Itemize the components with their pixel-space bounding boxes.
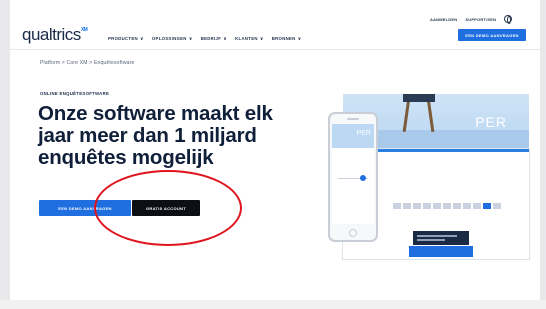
header-divider <box>10 49 540 50</box>
card-text-line <box>417 239 445 241</box>
hero-eyebrow: ONLINE ENQUÊTESOFTWARE <box>40 91 110 96</box>
scale-option <box>463 203 471 209</box>
chevron-down-icon: ∨ <box>139 36 144 41</box>
nav-bedrijf[interactable]: BEDRIJF ∨ <box>201 36 227 42</box>
figure-leg <box>426 97 435 133</box>
page-bottom-strip <box>0 300 546 309</box>
hero-headline: Onze software maakt elk jaar meer dan 1 … <box>38 102 273 169</box>
qualtrics-logo[interactable]: qualtricsXM <box>22 26 88 43</box>
nav-producten[interactable]: PRODUCTEN ∨ <box>108 36 144 42</box>
phone-hero-image: PER <box>332 124 374 148</box>
blue-response-card <box>409 246 473 257</box>
scale-option-selected <box>483 203 491 209</box>
phone-home-button <box>349 229 357 237</box>
main-nav: PRODUCTEN ∨ OPLOSSINGEN ∨ BEDRIJF ∨ KLANTEN… <box>108 36 302 42</box>
scale-option <box>473 203 481 209</box>
request-demo-header-button[interactable]: EEN DEMO AANVRAGEN <box>458 29 526 41</box>
chevron-down-icon: ∨ <box>259 36 264 41</box>
scale-option <box>433 203 441 209</box>
site-header: qualtricsXM AANMELDEN SUPPORT/SEN PRODUC… <box>10 0 540 48</box>
scale-option <box>413 203 421 209</box>
figure-body <box>403 94 435 102</box>
login-link[interactable]: AANMELDEN <box>430 17 457 22</box>
phone-speaker <box>347 118 359 120</box>
figure-leg <box>402 97 411 133</box>
utility-nav: AANMELDEN SUPPORT/SEN <box>430 15 513 24</box>
card-text-line <box>417 235 457 237</box>
scale-option <box>453 203 461 209</box>
banner-text: PER <box>475 114 507 130</box>
scale-option <box>393 203 401 209</box>
scale-option <box>403 203 411 209</box>
globe-icon[interactable] <box>504 15 513 24</box>
chevron-down-icon: ∨ <box>297 36 302 41</box>
phone-slider-knob <box>360 175 366 181</box>
scale-option <box>443 203 451 209</box>
phone-screen: PER <box>332 124 374 224</box>
chevron-down-icon: ∨ <box>223 36 228 41</box>
support-link[interactable]: SUPPORT/SEN <box>465 17 496 22</box>
dark-response-card <box>413 231 469 245</box>
browser-page: qualtricsXM AANMELDEN SUPPORT/SEN PRODUC… <box>10 0 540 300</box>
rating-scale <box>393 203 501 209</box>
nav-klanten[interactable]: KLANTEN ∨ <box>235 36 264 42</box>
phone-mockup: PER <box>328 112 378 242</box>
chevron-down-icon: ∨ <box>188 36 193 41</box>
scale-option <box>423 203 431 209</box>
phone-banner-text: PER <box>356 130 371 137</box>
nav-oplossingen[interactable]: OPLOSSINGEN ∨ <box>152 36 193 42</box>
breadcrumb[interactable]: Platform > Core XM > Enquêtesoftware <box>40 60 134 66</box>
scale-option <box>493 203 501 209</box>
nav-bronnen[interactable]: BRONNEN ∨ <box>272 36 302 42</box>
red-circle-annotation <box>94 170 242 246</box>
